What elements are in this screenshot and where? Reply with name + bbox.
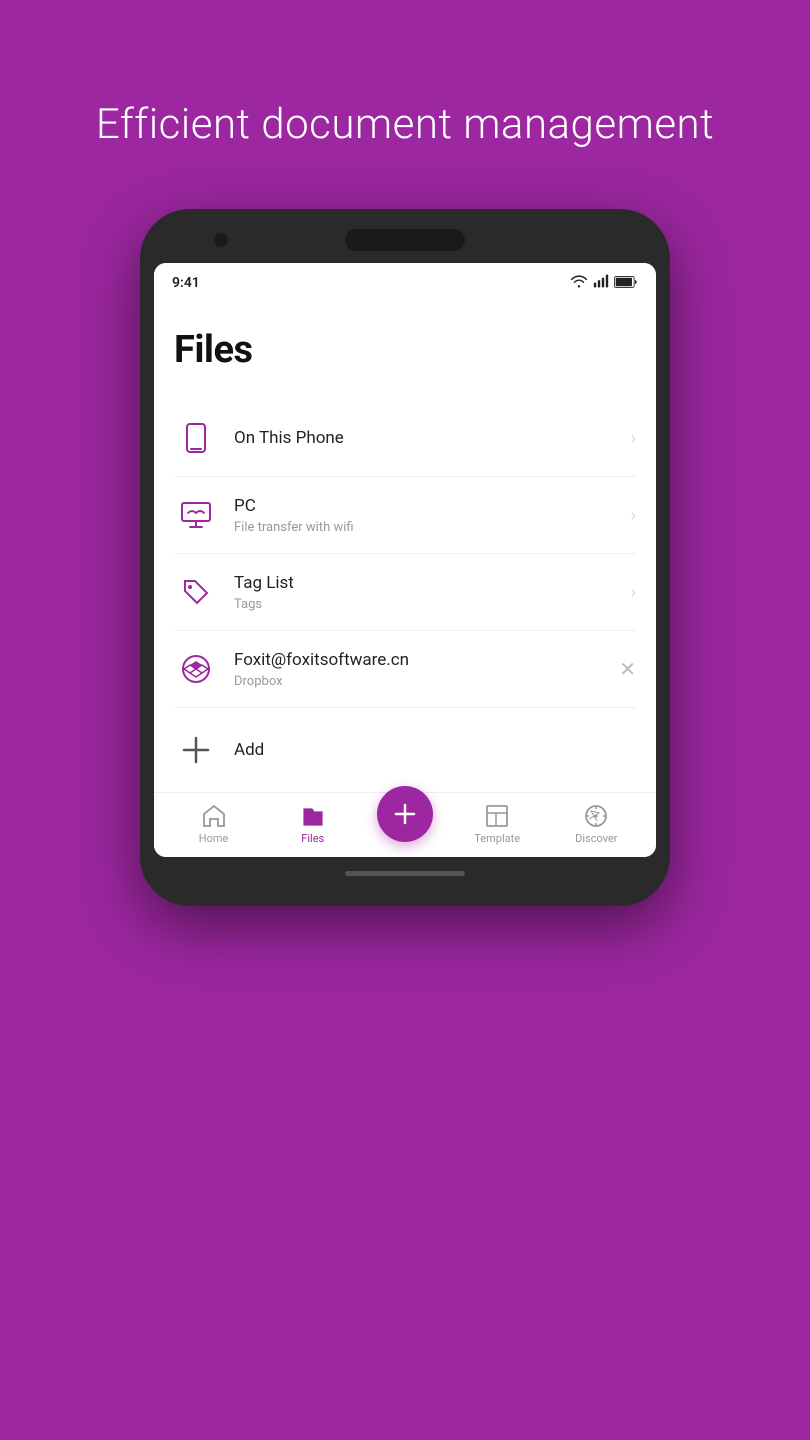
wifi-icon — [570, 273, 588, 292]
on-this-phone-chevron: › — [631, 428, 636, 449]
app-content: Files On This Phone › — [154, 298, 656, 792]
nav-home-label: Home — [199, 832, 229, 845]
pc-subtitle: File transfer with wifi — [234, 520, 621, 535]
dropbox-title: Foxit@foxitsoftware.cn — [234, 649, 609, 671]
pc-text: PC File transfer with wifi — [234, 495, 621, 534]
tag-list-text: Tag List Tags — [234, 572, 621, 611]
battery-icon — [614, 273, 638, 292]
monitor-icon — [174, 493, 218, 537]
dropbox-icon — [174, 647, 218, 691]
phone-speaker — [345, 229, 465, 251]
dropbox-subtitle: Dropbox — [234, 674, 609, 689]
files-screen-title: Files — [174, 328, 636, 372]
on-this-phone-text: On This Phone — [234, 427, 621, 449]
add-icon — [174, 728, 218, 772]
status-bar: 9:41 — [154, 263, 656, 298]
add-label: Add — [234, 740, 264, 760]
status-icons — [570, 273, 638, 292]
tag-icon — [174, 570, 218, 614]
bottom-nav: Home Files — [154, 792, 656, 857]
page-background: Efficient document management 9:41 — [0, 0, 810, 1440]
tag-list-chevron: › — [631, 582, 636, 603]
phone-icon — [174, 416, 218, 460]
phone-screen: 9:41 — [154, 263, 656, 857]
nav-files[interactable]: Files — [278, 803, 348, 845]
nav-template-label: Template — [474, 832, 520, 845]
phone-frame: 9:41 — [140, 209, 670, 906]
add-item[interactable]: Add — [174, 708, 636, 792]
nav-discover[interactable]: Discover — [561, 803, 631, 845]
nav-add-button[interactable] — [377, 786, 433, 842]
phone-top-bar — [154, 229, 656, 251]
on-this-phone-title: On This Phone — [234, 427, 621, 449]
page-title: Efficient document management — [56, 100, 754, 149]
nav-template[interactable]: Template — [462, 803, 532, 845]
pc-chevron: › — [631, 505, 636, 526]
phone-camera — [214, 233, 228, 247]
list-item-pc[interactable]: PC File transfer with wifi › — [174, 477, 636, 554]
nav-discover-label: Discover — [575, 832, 617, 845]
tag-list-subtitle: Tags — [234, 597, 621, 612]
dropbox-close[interactable]: ✕ — [619, 657, 636, 681]
dropbox-text: Foxit@foxitsoftware.cn Dropbox — [234, 649, 609, 688]
status-time: 9:41 — [172, 275, 200, 291]
nav-files-label: Files — [301, 832, 324, 845]
phone-bottom-bar — [345, 871, 465, 876]
signal-icon — [593, 273, 609, 292]
pc-title: PC — [234, 495, 621, 517]
nav-home[interactable]: Home — [179, 803, 249, 845]
list-item-tag-list[interactable]: Tag List Tags › — [174, 554, 636, 631]
tag-list-title: Tag List — [234, 572, 621, 594]
list-item-dropbox[interactable]: Foxit@foxitsoftware.cn Dropbox ✕ — [174, 631, 636, 708]
list-item-on-this-phone[interactable]: On This Phone › — [174, 400, 636, 477]
